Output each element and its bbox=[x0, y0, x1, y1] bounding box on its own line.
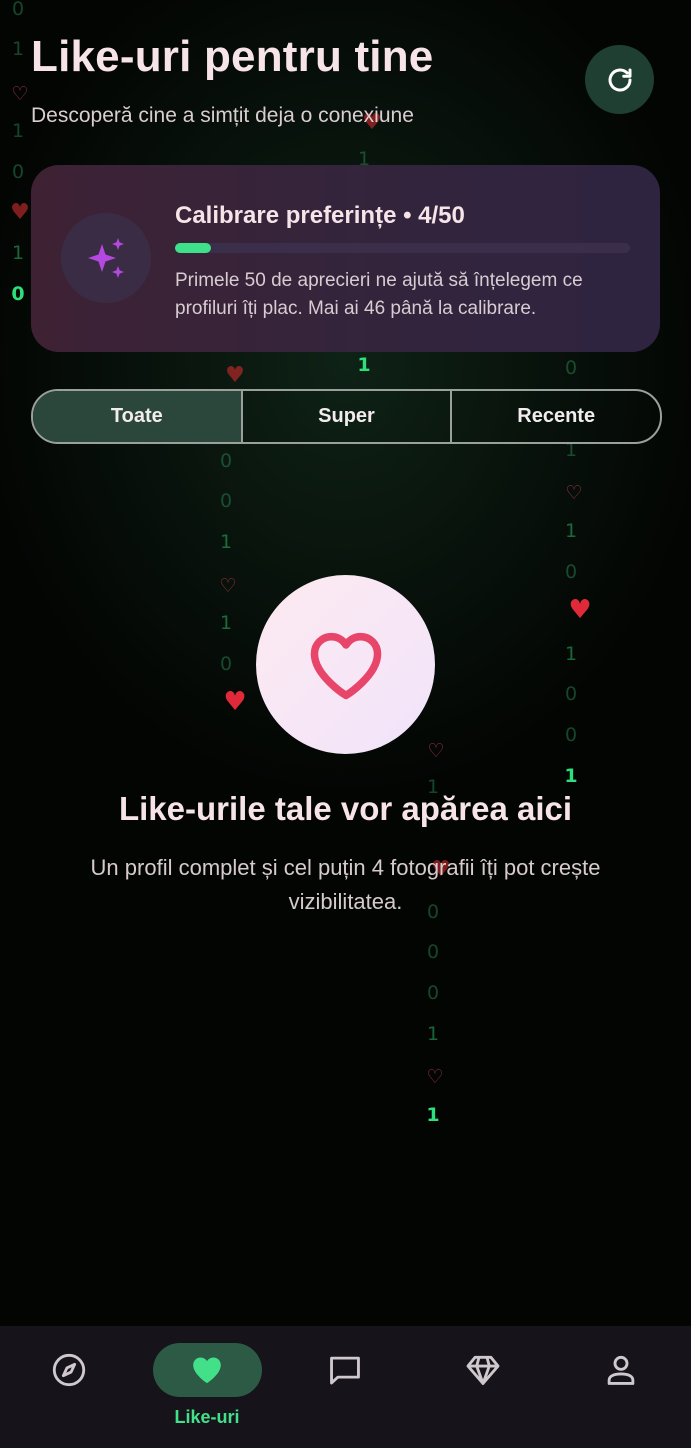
compass-icon bbox=[52, 1353, 86, 1387]
empty-state-illustration bbox=[256, 575, 435, 754]
calibration-badge bbox=[61, 213, 151, 303]
empty-state-description: Un profil complet și cel puțin 4 fotogra… bbox=[90, 855, 601, 914]
nav-pill bbox=[291, 1343, 400, 1397]
page-title: Like-uri pentru tine bbox=[31, 32, 434, 81]
refresh-button[interactable] bbox=[585, 45, 654, 114]
calibration-progress-fill bbox=[175, 243, 212, 253]
tab-toate[interactable]: Toate bbox=[33, 391, 241, 442]
nav-item-likes[interactable]: Like-uri bbox=[138, 1326, 276, 1448]
calibration-description: Primele 50 de aprecieri ne ajută să înțe… bbox=[175, 270, 583, 319]
tab-recente[interactable]: Recente bbox=[450, 391, 660, 442]
nav-pill bbox=[15, 1343, 124, 1397]
empty-state-title: Like-urile tale vor apărea aici bbox=[118, 790, 573, 827]
nav-pill-active bbox=[152, 1343, 262, 1397]
filter-segmented-control: Toate Super Recente bbox=[31, 389, 662, 444]
nav-pill bbox=[429, 1343, 538, 1397]
tab-super[interactable]: Super bbox=[240, 391, 451, 442]
refresh-icon bbox=[608, 68, 631, 91]
nav-item-discover[interactable] bbox=[0, 1326, 138, 1448]
calibration-title: Calibrare preferințe • 4/50 bbox=[175, 202, 465, 229]
nav-item-premium[interactable] bbox=[414, 1326, 552, 1448]
nav-item-profile[interactable] bbox=[552, 1326, 690, 1448]
nav-label-likes: Like-uri bbox=[174, 1407, 240, 1427]
heart-icon bbox=[193, 1357, 221, 1384]
sparkles-icon bbox=[88, 238, 124, 278]
page-subtitle: Descoperă cine a simțit deja o conexiune bbox=[31, 104, 414, 127]
chat-icon bbox=[330, 1356, 360, 1385]
profile-icon bbox=[607, 1355, 635, 1385]
calibration-card: Calibrare preferințe • 4/50 Primele 50 d… bbox=[31, 165, 660, 352]
diamond-icon bbox=[466, 1355, 500, 1385]
calibration-progress-bar bbox=[175, 243, 630, 253]
heart-outline-icon bbox=[310, 632, 381, 699]
bottom-navigation: Like-uri bbox=[0, 1326, 691, 1448]
nav-pill bbox=[567, 1343, 676, 1397]
nav-item-messages[interactable] bbox=[276, 1326, 414, 1448]
